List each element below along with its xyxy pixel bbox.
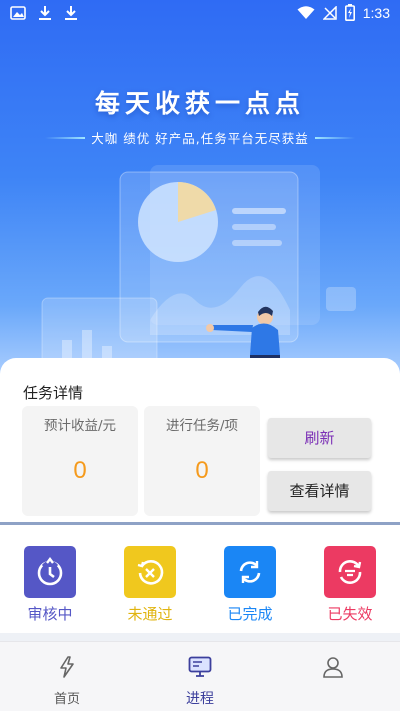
decorative-line <box>45 136 86 139</box>
stat-value: 0 <box>195 457 209 484</box>
status-under-review[interactable]: 审核中 <box>15 546 85 624</box>
hero-title: 每天收获一点点 <box>94 89 305 118</box>
image-icon <box>10 6 26 20</box>
status-label: 未通过 <box>127 605 173 623</box>
status-expired[interactable]: 已失效 <box>315 546 385 624</box>
status-rejected[interactable]: 未通过 <box>115 546 185 624</box>
view-details-button[interactable]: 查看详情 <box>268 471 371 511</box>
monitor-icon <box>188 656 212 677</box>
status-completed[interactable]: 已完成 <box>215 546 285 624</box>
status-label: 已完成 <box>227 605 273 623</box>
nav-home[interactable]: 首页 <box>27 656 107 707</box>
lightning-icon <box>60 656 74 678</box>
nav-label: 进程 <box>186 691 214 707</box>
nav-progress[interactable]: 进程 <box>160 656 240 708</box>
task-status-row: 审核中 未通过 已完成 已失效 <box>0 525 400 633</box>
nav-label: 首页 <box>53 692 80 707</box>
refresh-done-icon <box>224 546 276 598</box>
no-signal-icon <box>322 5 337 20</box>
expired-icon <box>324 546 376 598</box>
rejected-icon <box>124 546 176 598</box>
clock-text: 1:33 <box>362 4 390 21</box>
expected-income-box: 预计收益/元 0 <box>22 406 138 516</box>
stat-label: 预计收益/元 <box>43 418 117 434</box>
status-label: 审核中 <box>27 605 73 623</box>
refresh-button[interactable]: 刷新 <box>268 418 371 458</box>
bottom-navigation: 首页 进程 <box>0 641 400 711</box>
ongoing-tasks-box: 进行任务/项 0 <box>144 406 260 516</box>
stat-label: 进行任务/项 <box>165 418 239 434</box>
battery-icon <box>344 4 355 21</box>
decorative-line <box>314 136 355 139</box>
hero-banner: 1:33 每天收获一点点 大咖 绩优 好产品,任务平台无尽获益 <box>0 0 400 392</box>
hero-illustration <box>41 165 356 390</box>
wifi-icon <box>297 5 315 19</box>
hero-subtitle: 大咖 绩优 好产品,任务平台无尽获益 <box>91 131 309 146</box>
nav-profile[interactable] <box>293 656 373 688</box>
download-icon <box>39 6 51 20</box>
status-bar: 1:33 <box>0 0 400 28</box>
status-label: 已失效 <box>327 605 373 623</box>
download-icon <box>65 6 77 20</box>
section-title: 任务详情 <box>23 384 84 402</box>
task-details-card: 任务详情 预计收益/元 0 进行任务/项 0 刷新 查看详情 <box>0 358 400 522</box>
profile-icon <box>323 657 343 678</box>
stat-value: 0 <box>73 457 87 484</box>
timer-icon <box>24 546 76 598</box>
